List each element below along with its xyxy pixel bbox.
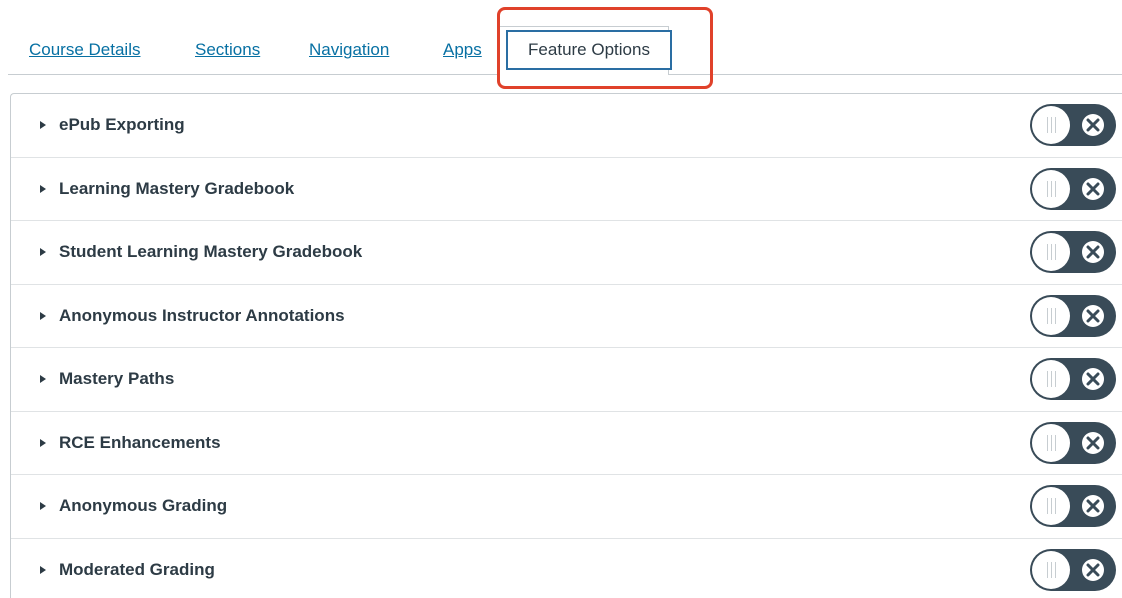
feature-toggle-switch[interactable]	[1030, 358, 1116, 401]
expand-caret-icon[interactable]	[40, 121, 46, 130]
toggle-knob	[1032, 169, 1070, 208]
close-x-icon	[1082, 304, 1104, 327]
close-x-icon	[1082, 431, 1104, 454]
toggle-knob	[1032, 360, 1070, 399]
feature-toggle-switch[interactable]	[1030, 167, 1116, 210]
expand-caret-icon[interactable]	[40, 502, 46, 511]
expand-caret-icon[interactable]	[40, 438, 46, 447]
expand-caret-icon[interactable]	[40, 248, 46, 257]
feature-label: Moderated Grading	[59, 559, 215, 579]
tab-apps[interactable]: Apps	[443, 40, 482, 60]
tab-navigation[interactable]: Navigation	[309, 40, 389, 60]
course-settings-page: Course Details Sections Navigation Apps …	[0, 0, 1122, 598]
expand-caret-icon[interactable]	[40, 565, 46, 574]
feature-label: Anonymous Instructor Annotations	[59, 305, 345, 325]
grip-icon	[1046, 434, 1056, 451]
expand-caret-icon[interactable]	[40, 375, 46, 384]
feature-toggle-switch[interactable]	[1030, 231, 1116, 274]
feature-label: RCE Enhancements	[59, 432, 221, 452]
feature-toggle-switch[interactable]	[1030, 104, 1116, 147]
feature-row-learning-mastery-gradebook[interactable]: Learning Mastery Gradebook	[11, 158, 1122, 221]
feature-label: Anonymous Grading	[59, 496, 228, 516]
feature-row-mastery-paths[interactable]: Mastery Paths	[11, 348, 1122, 412]
feature-row-student-learning-mastery-gradebook[interactable]: Student Learning Mastery Gradebook	[11, 221, 1122, 285]
feature-row-anonymous-instructor-annotations[interactable]: Anonymous Instructor Annotations	[11, 285, 1122, 348]
expand-caret-icon[interactable]	[40, 311, 46, 320]
tab-sections[interactable]: Sections	[195, 40, 260, 60]
feature-row-moderated-grading[interactable]: Moderated Grading	[11, 539, 1122, 598]
close-x-icon	[1082, 495, 1104, 518]
feature-label: Student Learning Mastery Gradebook	[59, 242, 363, 262]
close-x-icon	[1082, 177, 1104, 200]
toggle-knob	[1032, 487, 1070, 526]
grip-icon	[1046, 307, 1056, 324]
tab-feature-options[interactable]: Feature Options	[506, 30, 672, 70]
toggle-knob	[1032, 106, 1070, 145]
toggle-knob	[1032, 423, 1070, 462]
feature-toggle-switch[interactable]	[1030, 421, 1116, 464]
expand-caret-icon[interactable]	[40, 184, 46, 193]
feature-row-anonymous-grading[interactable]: Anonymous Grading	[11, 475, 1122, 539]
feature-toggle-switch[interactable]	[1030, 294, 1116, 337]
close-x-icon	[1082, 368, 1104, 391]
close-x-icon	[1082, 114, 1104, 137]
toggle-knob	[1032, 550, 1070, 589]
grip-icon	[1046, 117, 1056, 134]
feature-toggle-switch[interactable]	[1030, 485, 1116, 528]
grip-icon	[1046, 371, 1056, 388]
tab-course-details[interactable]: Course Details	[29, 40, 141, 60]
toggle-knob	[1032, 296, 1070, 335]
feature-row-epub-exporting[interactable]: ePub Exporting	[11, 94, 1122, 158]
grip-icon	[1046, 244, 1056, 261]
close-x-icon	[1082, 558, 1104, 581]
feature-row-rce-enhancements[interactable]: RCE Enhancements	[11, 412, 1122, 475]
feature-label: ePub Exporting	[59, 115, 185, 135]
grip-icon	[1046, 561, 1056, 578]
toggle-knob	[1032, 233, 1070, 272]
grip-icon	[1046, 498, 1056, 515]
feature-label: Learning Mastery Gradebook	[59, 178, 295, 198]
close-x-icon	[1082, 241, 1104, 264]
feature-toggle-switch[interactable]	[1030, 548, 1116, 591]
feature-options-list: ePub Exporting Learning Mastery Gradeboo…	[10, 93, 1122, 598]
grip-icon	[1046, 180, 1056, 197]
feature-label: Mastery Paths	[59, 369, 175, 389]
